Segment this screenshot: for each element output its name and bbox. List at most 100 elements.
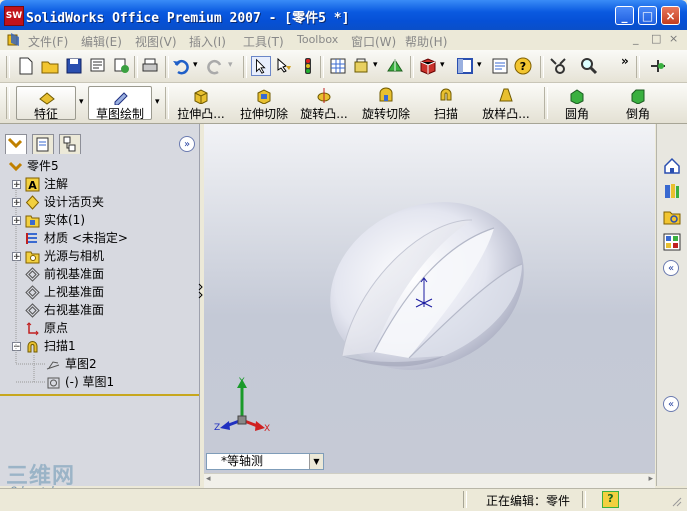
open-folder-icon[interactable]	[40, 56, 60, 76]
chamfer-command[interactable]: 倒角	[617, 85, 659, 121]
minimize-button[interactable]: _	[615, 6, 634, 25]
measure-dropdown-icon[interactable]: ▾	[373, 60, 378, 70]
tab-property-manager[interactable]	[32, 134, 54, 154]
menu-help[interactable]: 帮助(H)	[405, 33, 447, 50]
quick-tips-help-icon[interactable]: ?	[602, 491, 619, 508]
command-grip[interactable]	[6, 87, 10, 119]
tree-item-origin[interactable]: 原点	[25, 319, 68, 337]
resize-grip-icon[interactable]	[670, 495, 682, 507]
scroll-left-arrow-icon[interactable]: ◂	[206, 474, 211, 484]
expand-toggle[interactable]: +	[12, 180, 21, 190]
close-button[interactable]: ×	[661, 6, 680, 25]
sketch-dropdown-icon[interactable]: ▾	[155, 97, 160, 107]
revolved-cut-command[interactable]: 旋转切除	[357, 85, 415, 121]
undo-icon[interactable]	[171, 56, 191, 76]
sketch-tab-button[interactable]: 草图绘制	[88, 86, 152, 121]
panel-expand-button[interactable]: »	[179, 136, 195, 152]
redo-dropdown-icon[interactable]: ▾	[228, 60, 233, 70]
mdi-close[interactable]: ×	[669, 32, 678, 45]
expand-toggle[interactable]: +	[12, 198, 21, 208]
extruded-boss-command[interactable]: 拉伸凸...	[172, 85, 230, 121]
tree-item-solid-bodies[interactable]: + 实体(1)	[12, 211, 85, 229]
solidworks-app-icon[interactable]: SW	[4, 6, 24, 26]
select-filter-icon[interactable]	[274, 56, 294, 76]
view-palette-icon[interactable]	[662, 232, 682, 252]
tree-item-sketch1[interactable]: (-) 草图1	[46, 373, 114, 391]
redo-icon[interactable]	[205, 56, 225, 76]
new-file-icon[interactable]	[16, 56, 36, 76]
document-icon[interactable]	[6, 32, 22, 48]
menu-edit[interactable]: 编辑(E)	[81, 33, 122, 50]
publish-icon[interactable]	[112, 56, 132, 76]
tree-item-design-binder[interactable]: + 设计活页夹	[12, 193, 104, 211]
expand-toggle[interactable]: +	[12, 252, 21, 262]
tree-item-right-plane[interactable]: 右视基准面	[25, 301, 104, 319]
print-icon[interactable]	[140, 56, 160, 76]
select-pointer-icon[interactable]	[251, 56, 271, 76]
display-style-cube-icon[interactable]	[418, 56, 438, 76]
mdi-restore[interactable]: □	[651, 32, 661, 45]
extruded-cut-label: 拉伸切除	[239, 107, 288, 121]
zoom-magnifier-icon[interactable]	[579, 56, 599, 76]
feature-dropdown-icon[interactable]: ▾	[79, 97, 84, 107]
view-orientation-icon[interactable]	[455, 56, 475, 76]
loft-boss-command[interactable]: 放样凸...	[477, 85, 535, 121]
collapse-toggle[interactable]: −	[12, 342, 21, 352]
toolbar-overflow-chevron[interactable]: »	[621, 54, 629, 68]
tree-item-sketch2[interactable]: 草图2	[46, 355, 97, 373]
task-pane-collapse-button[interactable]: «	[663, 260, 679, 276]
menu-view[interactable]: 视图(V)	[135, 33, 177, 50]
extruded-cut-command[interactable]: 拉伸切除	[235, 85, 293, 121]
horizontal-scrollbar[interactable]: ◂ ▸	[204, 473, 655, 488]
task-pane-expand-button[interactable]: «	[663, 396, 679, 412]
solidworks-resources-home-icon[interactable]	[662, 156, 682, 176]
macro-tool-icon[interactable]	[648, 56, 668, 76]
tab-configuration-manager[interactable]	[59, 134, 81, 154]
view-orientation-dropdown-icon[interactable]: ▾	[477, 60, 482, 70]
graphics-viewport[interactable]: Y X Z	[204, 124, 655, 473]
tree-root-part[interactable]: 零件5	[8, 157, 59, 175]
save-icon[interactable]	[64, 56, 84, 76]
rebuild-traffic-light-icon[interactable]	[298, 56, 318, 76]
print-preview-icon[interactable]	[88, 56, 108, 76]
menu-window[interactable]: 窗口(W)	[351, 33, 396, 50]
scroll-right-arrow-icon[interactable]: ▸	[648, 474, 653, 484]
swept-solid-body[interactable]	[303, 171, 552, 401]
measure-icon[interactable]	[352, 56, 372, 76]
fillet-command[interactable]: 圆角	[556, 85, 598, 121]
menu-insert[interactable]: 插入(I)	[189, 33, 226, 50]
view-orientation-select[interactable]: *等轴测 ▼	[206, 453, 324, 470]
zoom-fit-icon[interactable]	[548, 56, 568, 76]
editing-status: 正在编辑：零件	[486, 494, 571, 508]
menu-file[interactable]: 文件(F)	[28, 33, 68, 50]
tree-item-annotations[interactable]: + A 注解	[12, 175, 68, 193]
tree-item-material[interactable]: 材质 <未指定>	[25, 229, 128, 247]
properties-icon[interactable]	[490, 56, 510, 76]
reference-geometry-icon[interactable]	[385, 56, 405, 76]
undo-dropdown-icon[interactable]: ▾	[193, 60, 198, 70]
grid-options-icon[interactable]	[328, 56, 348, 76]
file-explorer-icon[interactable]	[662, 207, 682, 227]
tree-item-top-plane[interactable]: 上视基准面	[25, 283, 104, 301]
reference-triad[interactable]: Y X Z	[214, 377, 270, 434]
revolved-boss-command[interactable]: 旋转凸...	[295, 85, 353, 121]
design-library-icon[interactable]	[662, 181, 682, 201]
feature-icon	[39, 92, 55, 105]
view-orientation-dropdown-icon[interactable]: ▼	[309, 454, 323, 469]
menu-toolbox[interactable]: Toolbox	[297, 33, 338, 46]
maximize-button[interactable]: □	[638, 6, 657, 25]
mdi-minimize[interactable]: _	[633, 32, 639, 45]
tree-rollback-bar[interactable]	[0, 394, 199, 396]
sweep-command[interactable]: 扫描	[425, 85, 467, 121]
tree-item-sweep1[interactable]: − 扫描1	[12, 337, 76, 355]
tree-item-lights-cameras[interactable]: + 光源与相机	[12, 247, 104, 265]
menu-tools[interactable]: 工具(T)	[243, 33, 284, 50]
help-question-icon[interactable]: ?	[513, 56, 533, 76]
tree-item-front-plane[interactable]: 前视基准面	[25, 265, 104, 283]
feature-tab-button[interactable]: 特征	[16, 86, 76, 121]
toolbar-grip[interactable]	[6, 56, 10, 78]
tab-feature-manager[interactable]	[5, 134, 27, 154]
expand-toggle[interactable]: +	[12, 216, 21, 226]
display-style-dropdown-icon[interactable]: ▾	[440, 60, 445, 70]
model-view-canvas[interactable]: Y X Z	[204, 124, 655, 473]
